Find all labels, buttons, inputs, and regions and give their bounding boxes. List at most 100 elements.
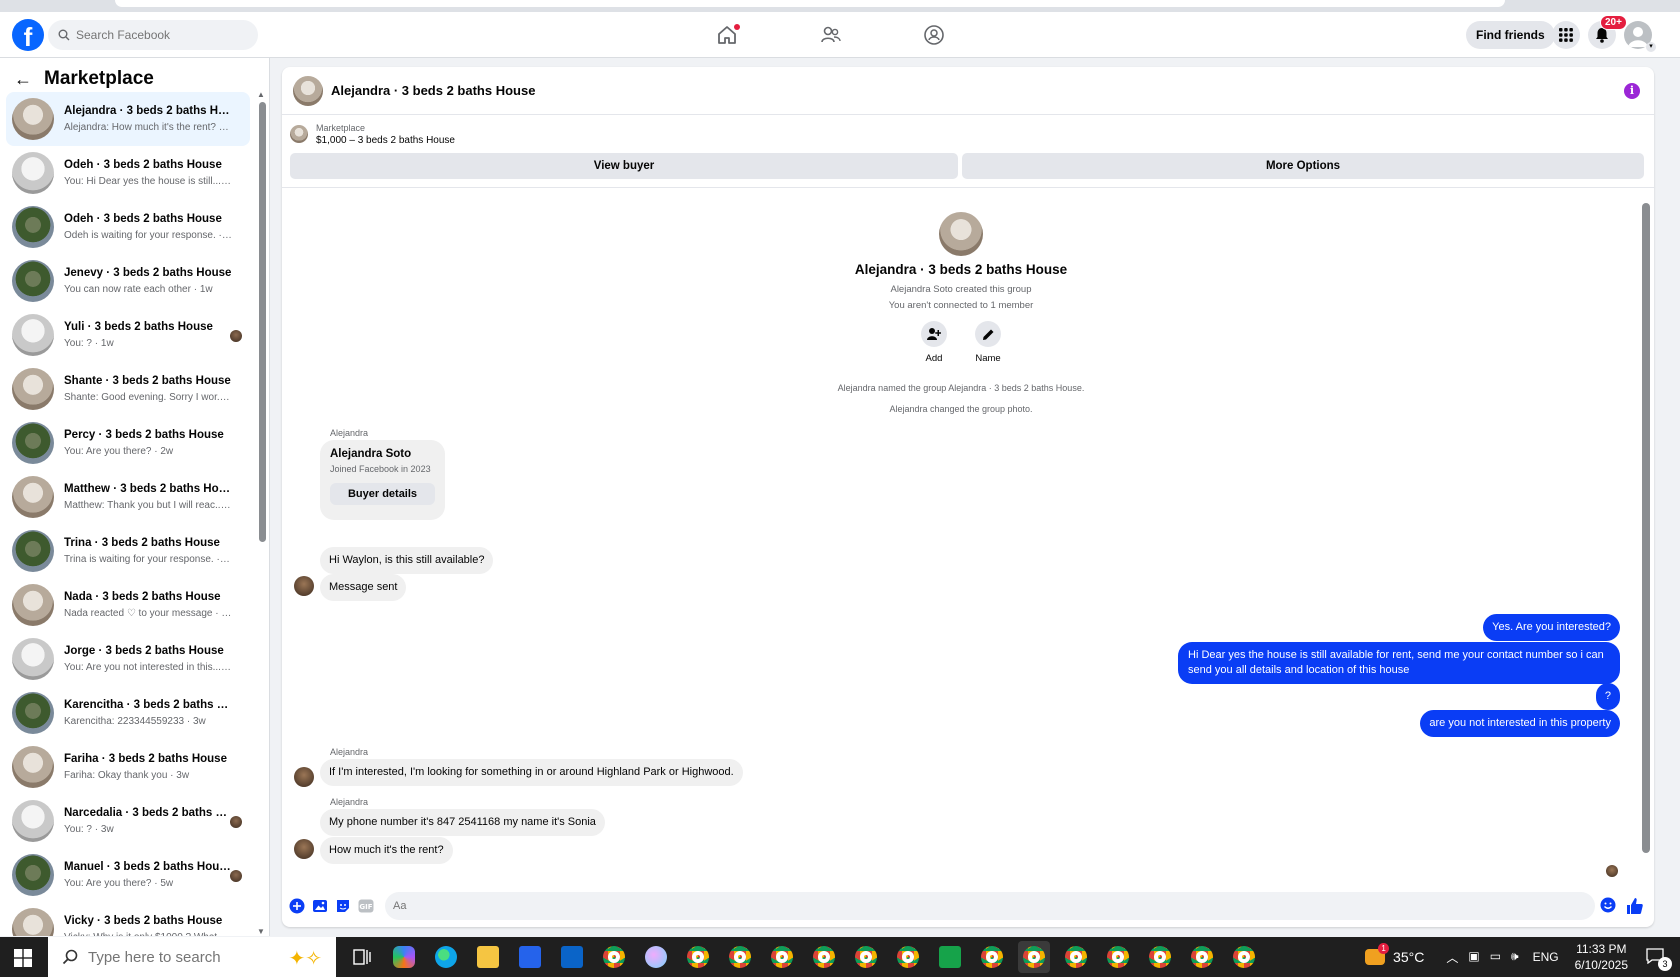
search-box[interactable] <box>48 20 258 50</box>
chrome-icon[interactable] <box>682 941 714 973</box>
listing-bar[interactable]: Marketplace $1,000 – 3 beds 2 baths Hous… <box>282 117 1654 151</box>
message-bubble-outgoing[interactable]: ? <box>1595 683 1620 710</box>
emoji-icon[interactable] <box>1600 897 1616 918</box>
message-bubble-incoming[interactable]: My phone number it's 847 2541168 my name… <box>320 809 605 836</box>
sender-avatar[interactable] <box>294 839 314 859</box>
chrome-icon[interactable] <box>1186 941 1218 973</box>
sidebar-scroll-thumb[interactable] <box>259 102 266 542</box>
file-explorer-icon[interactable] <box>472 941 504 973</box>
chrome-icon[interactable] <box>850 941 882 973</box>
buyer-details-button[interactable]: Buyer details <box>330 483 435 505</box>
weather-widget[interactable]: 1 35°C <box>1365 943 1424 965</box>
conversation-item[interactable]: Odeh · 3 beds 2 baths House Odeh is waiti… <box>6 200 250 254</box>
sender-avatar[interactable] <box>294 576 314 596</box>
message-bubble-outgoing[interactable]: Yes. Are you interested? <box>1483 614 1620 641</box>
chrome-icon[interactable] <box>1102 941 1134 973</box>
outlook-icon[interactable] <box>556 941 588 973</box>
chrome-icon[interactable] <box>1060 941 1092 973</box>
conversation-item[interactable]: Manuel · 3 beds 2 baths House You: Are yo… <box>6 848 250 902</box>
chat-title[interactable]: Alejandra · 3 beds 2 baths House <box>331 83 535 98</box>
conversation-item[interactable]: Narcedalia · 3 beds 2 baths H... You: ? ·… <box>6 794 250 848</box>
photo-icon[interactable] <box>311 897 329 915</box>
chrome-icon[interactable] <box>1144 941 1176 973</box>
conversation-item[interactable]: Percy · 3 beds 2 baths House You: Are you… <box>6 416 250 470</box>
message-bubble-outgoing[interactable]: Hi Dear yes the house is still available… <box>1178 642 1620 684</box>
name-group-button[interactable]: Name <box>974 321 1002 364</box>
copilot-icon[interactable] <box>388 941 420 973</box>
conversation-item[interactable]: Odeh · 3 beds 2 baths House You: Hi Dear … <box>6 146 250 200</box>
conversation-item[interactable]: Jorge · 3 beds 2 baths House You: Are you… <box>6 632 250 686</box>
thumbs-up-icon[interactable] <box>1626 897 1644 920</box>
plus-icon[interactable] <box>288 897 306 915</box>
chat-group-avatar[interactable] <box>293 75 323 106</box>
chrome-icon[interactable] <box>1228 941 1260 973</box>
conversation-item[interactable]: Vicky · 3 beds 2 baths House Vicky: Why i… <box>6 902 250 936</box>
network-icon[interactable]: ▭ <box>1490 949 1501 966</box>
taskbar-search-input[interactable] <box>88 948 258 966</box>
more-options-button[interactable]: More Options <box>962 153 1644 179</box>
excel-icon[interactable] <box>934 941 966 973</box>
add-member-button[interactable]: Add <box>920 321 948 364</box>
sparkle-icon[interactable]: ✦✧ <box>288 946 322 971</box>
search-input[interactable] <box>76 28 246 42</box>
conversation-item[interactable]: Shante · 3 beds 2 baths House Shante: Goo… <box>6 362 250 416</box>
chrome-icon[interactable] <box>1018 941 1050 973</box>
gif-icon[interactable]: GIF <box>357 897 375 915</box>
volume-icon[interactable]: 🕪 <box>1511 949 1519 966</box>
message-bubble-outgoing[interactable]: are you not interested in this property <box>1420 710 1620 737</box>
chrome-icon[interactable] <box>724 941 756 973</box>
edge-icon[interactable] <box>430 941 462 973</box>
conversation-item[interactable]: Jenevy · 3 beds 2 baths House You can now… <box>6 254 250 308</box>
windows-start-icon[interactable] <box>14 949 32 967</box>
menu-grid-icon[interactable] <box>1552 21 1580 49</box>
chrome-icon[interactable] <box>766 941 798 973</box>
conversation-item[interactable]: Trina · 3 beds 2 baths House Trina is wai… <box>6 524 250 578</box>
facebook-logo-icon[interactable]: f <box>12 19 44 51</box>
paint-icon[interactable] <box>640 941 672 973</box>
home-icon[interactable] <box>716 24 740 48</box>
message-bubble-incoming[interactable]: How much it's the rent? <box>320 837 453 864</box>
sender-avatar[interactable] <box>294 767 314 787</box>
clock[interactable]: 11:33 PM 6/10/2025 <box>1575 941 1628 973</box>
message-bubble-incoming[interactable]: Message sent <box>320 574 407 601</box>
scroll-up-icon[interactable]: ▲ <box>257 90 265 99</box>
camera-icon[interactable]: ▣ <box>1468 949 1479 966</box>
message-bubble-incoming[interactable]: Hi Waylon, is this still available? <box>320 547 494 574</box>
chat-scrollbar[interactable] <box>1642 193 1650 873</box>
friends-icon[interactable] <box>820 24 844 48</box>
conversation-item[interactable]: Fariha · 3 beds 2 baths House Fariha: Oka… <box>6 740 250 794</box>
sticker-icon[interactable] <box>334 897 352 915</box>
view-buyer-button[interactable]: View buyer <box>290 153 958 179</box>
notification-center-icon[interactable]: 3 <box>1646 948 1672 971</box>
language-indicator[interactable]: ENG <box>1533 950 1559 964</box>
listing-thumbnail <box>12 476 54 518</box>
seen-indicator-avatar <box>1606 865 1618 877</box>
find-friends-button[interactable]: Find friends <box>1466 21 1555 49</box>
chrome-icon[interactable] <box>892 941 924 973</box>
store-icon[interactable] <box>514 941 546 973</box>
conversation-item[interactable]: Yuli · 3 beds 2 baths House You: ? · 1w <box>6 308 250 362</box>
chrome-icon[interactable] <box>808 941 840 973</box>
notification-badge: 20+ <box>1600 15 1627 30</box>
notifications-bell-icon[interactable]: 20+ <box>1588 15 1627 49</box>
taskbar-search[interactable]: ✦✧ <box>48 937 336 977</box>
system-message: Alejandra changed the group photo. <box>889 404 1033 414</box>
conversation-item[interactable]: Karencitha · 3 beds 2 baths Hou... Karenc… <box>6 686 250 740</box>
address-bar[interactable] <box>115 0 1505 7</box>
groups-icon[interactable] <box>923 24 947 48</box>
conversation-item[interactable]: Nada · 3 beds 2 baths House Nada reacted … <box>6 578 250 632</box>
chrome-icon[interactable] <box>976 941 1008 973</box>
chevron-up-icon[interactable]: ︿ <box>1446 949 1458 966</box>
conversation-item[interactable]: Alejandra · 3 beds 2 baths House Alejandr… <box>6 92 250 146</box>
task-view-icon[interactable] <box>346 941 378 973</box>
message-bubble-incoming[interactable]: If I'm interested, I'm looking for somet… <box>320 759 743 786</box>
back-arrow-icon[interactable]: ← <box>14 69 32 90</box>
scroll-down-icon[interactable]: ▼ <box>257 927 265 936</box>
chat-scroll-thumb[interactable] <box>1642 203 1650 853</box>
chrome-icon[interactable] <box>598 941 630 973</box>
message-input[interactable] <box>385 892 1595 920</box>
sidebar-scrollbar[interactable]: ▲ ▼ <box>257 90 266 936</box>
conversation-item[interactable]: Matthew · 3 beds 2 baths House Matthew: T… <box>6 470 250 524</box>
info-icon[interactable]: i <box>1624 83 1640 99</box>
chevron-down-icon[interactable]: ▾ <box>1646 42 1656 52</box>
